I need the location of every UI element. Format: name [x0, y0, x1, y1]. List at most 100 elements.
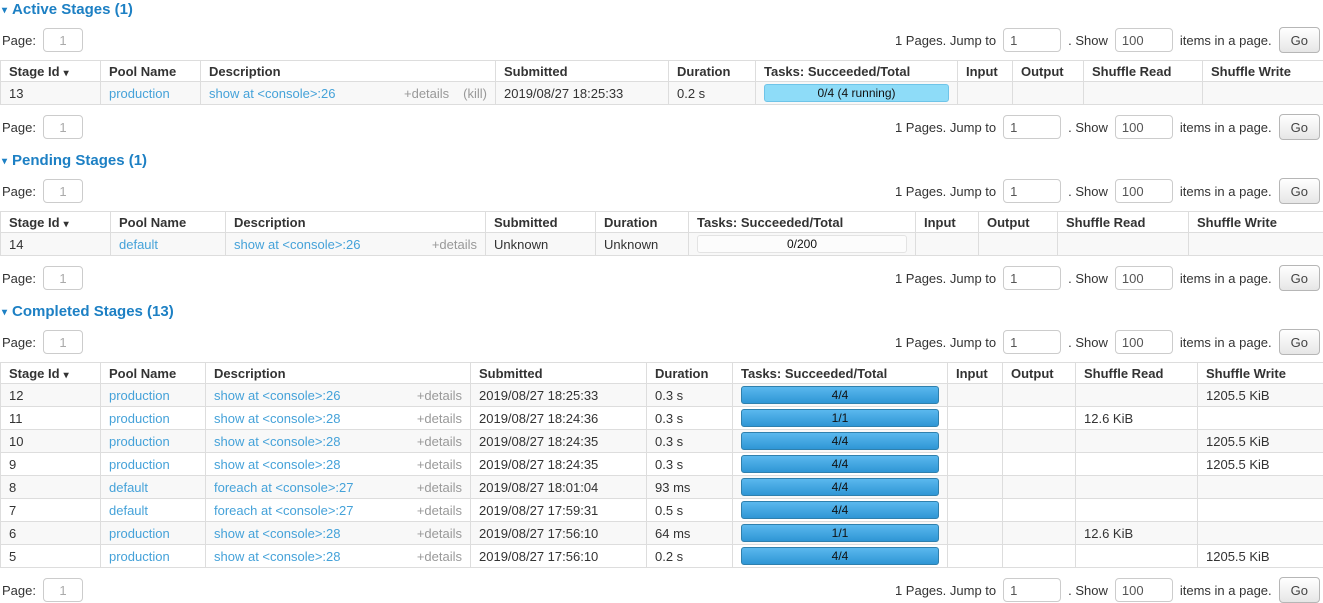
- go-button[interactable]: Go: [1279, 178, 1320, 204]
- column-header-shuffle-write[interactable]: Shuffle Write: [1203, 61, 1323, 82]
- column-header-input[interactable]: Input: [948, 363, 1003, 384]
- column-header-pool-name[interactable]: Pool Name: [101, 363, 206, 384]
- details-toggle[interactable]: +details: [417, 503, 462, 518]
- pool-link[interactable]: production: [109, 388, 170, 403]
- details-toggle[interactable]: +details: [417, 411, 462, 426]
- page-input[interactable]: [43, 330, 83, 354]
- go-button[interactable]: Go: [1279, 329, 1320, 355]
- details-toggle[interactable]: +details: [417, 549, 462, 564]
- show-count-input[interactable]: [1115, 330, 1173, 354]
- column-header-description[interactable]: Description: [201, 61, 496, 82]
- show-count-input[interactable]: [1115, 28, 1173, 52]
- description-link[interactable]: show at <console>:28: [214, 526, 403, 541]
- column-header-submitted[interactable]: Submitted: [496, 61, 669, 82]
- page-input[interactable]: [43, 578, 83, 602]
- jump-to-input[interactable]: [1003, 578, 1061, 602]
- details-toggle[interactable]: +details: [417, 457, 462, 472]
- show-count-input[interactable]: [1115, 179, 1173, 203]
- description-link[interactable]: foreach at <console>:27: [214, 480, 403, 495]
- column-header-input[interactable]: Input: [958, 61, 1013, 82]
- sort-arrow-icon: ▾: [64, 219, 69, 230]
- description-link[interactable]: show at <console>:28: [214, 549, 403, 564]
- section-header-pending-stages[interactable]: ▾Pending Stages (1): [2, 152, 1321, 169]
- show-count-input[interactable]: [1115, 266, 1173, 290]
- column-header-shuffle-read[interactable]: Shuffle Read: [1084, 61, 1203, 82]
- tasks-cell: 4/4: [733, 545, 948, 568]
- column-header-output[interactable]: Output: [1013, 61, 1084, 82]
- details-toggle[interactable]: +details: [417, 480, 462, 495]
- column-header-input[interactable]: Input: [916, 212, 979, 233]
- jump-to-input[interactable]: [1003, 330, 1061, 354]
- section-header-completed-stages[interactable]: ▾Completed Stages (13): [2, 303, 1321, 320]
- jump-to-input[interactable]: [1003, 28, 1061, 52]
- page-input[interactable]: [43, 28, 83, 52]
- details-toggle[interactable]: +details: [432, 237, 477, 252]
- description-link[interactable]: show at <console>:26: [234, 237, 418, 252]
- column-header-label: Input: [924, 215, 956, 230]
- pool-name-cell: production: [101, 407, 206, 430]
- page-input[interactable]: [43, 115, 83, 139]
- description-link[interactable]: show at <console>:26: [209, 86, 390, 101]
- description-cell: foreach at <console>:27 +details: [206, 499, 471, 522]
- jump-to-input[interactable]: [1003, 179, 1061, 203]
- pool-link[interactable]: default: [109, 480, 148, 495]
- details-toggle[interactable]: +details: [417, 434, 462, 449]
- go-button[interactable]: Go: [1279, 577, 1320, 603]
- column-header-description[interactable]: Description: [206, 363, 471, 384]
- page-selector: Page:: [0, 578, 83, 602]
- column-header-shuffle-read[interactable]: Shuffle Read: [1076, 363, 1198, 384]
- column-header-shuffle-write[interactable]: Shuffle Write: [1198, 363, 1323, 384]
- column-header-pool-name[interactable]: Pool Name: [111, 212, 226, 233]
- jump-to-input[interactable]: [1003, 115, 1061, 139]
- column-header-output[interactable]: Output: [1003, 363, 1076, 384]
- show-count-input[interactable]: [1115, 115, 1173, 139]
- pool-link[interactable]: production: [109, 457, 170, 472]
- section-header-active-stages[interactable]: ▾Active Stages (1): [2, 1, 1321, 18]
- column-header-duration[interactable]: Duration: [596, 212, 689, 233]
- column-header-submitted[interactable]: Submitted: [486, 212, 596, 233]
- pool-link[interactable]: production: [109, 549, 170, 564]
- column-header-label: Shuffle Write: [1206, 366, 1286, 381]
- show-count-input[interactable]: [1115, 578, 1173, 602]
- page-input[interactable]: [43, 179, 83, 203]
- duration-cell: 0.3 s: [647, 384, 733, 407]
- pool-name-cell: production: [101, 384, 206, 407]
- jump-to-input[interactable]: [1003, 266, 1061, 290]
- description-link[interactable]: show at <console>:26: [214, 388, 403, 403]
- pool-link[interactable]: production: [109, 434, 170, 449]
- description-link[interactable]: show at <console>:28: [214, 457, 403, 472]
- column-header-shuffle-write[interactable]: Shuffle Write: [1189, 212, 1323, 233]
- column-header-duration[interactable]: Duration: [647, 363, 733, 384]
- description-link[interactable]: show at <console>:28: [214, 434, 403, 449]
- column-header-pool-name[interactable]: Pool Name: [101, 61, 201, 82]
- pool-link[interactable]: default: [109, 503, 148, 518]
- details-toggle[interactable]: +details: [404, 86, 449, 101]
- pool-link[interactable]: production: [109, 86, 170, 101]
- page-input[interactable]: [43, 266, 83, 290]
- column-header-tasks-succeeded-total[interactable]: Tasks: Succeeded/Total: [733, 363, 948, 384]
- pool-link[interactable]: default: [119, 237, 158, 252]
- column-header-stage-id[interactable]: Stage Id▾: [1, 212, 111, 233]
- pool-link[interactable]: production: [109, 411, 170, 426]
- column-header-submitted[interactable]: Submitted: [471, 363, 647, 384]
- column-header-stage-id[interactable]: Stage Id▾: [1, 363, 101, 384]
- details-toggle[interactable]: +details: [417, 526, 462, 541]
- tasks-cell: 1/1: [733, 407, 948, 430]
- pool-link[interactable]: production: [109, 526, 170, 541]
- go-button[interactable]: Go: [1279, 114, 1320, 140]
- column-header-tasks-succeeded-total[interactable]: Tasks: Succeeded/Total: [756, 61, 958, 82]
- column-header-output[interactable]: Output: [979, 212, 1058, 233]
- column-header-stage-id[interactable]: Stage Id▾: [1, 61, 101, 82]
- go-button[interactable]: Go: [1279, 27, 1320, 53]
- description-link[interactable]: foreach at <console>:27: [214, 503, 403, 518]
- go-button[interactable]: Go: [1279, 265, 1320, 291]
- pending-stages-table: Stage Id▾Pool NameDescriptionSubmittedDu…: [0, 211, 1323, 256]
- column-header-shuffle-read[interactable]: Shuffle Read: [1058, 212, 1189, 233]
- column-header-duration[interactable]: Duration: [669, 61, 756, 82]
- description-link[interactable]: show at <console>:28: [214, 411, 403, 426]
- column-header-description[interactable]: Description: [226, 212, 486, 233]
- details-toggle[interactable]: +details: [417, 388, 462, 403]
- kill-link[interactable]: (kill): [463, 86, 487, 101]
- column-header-tasks-succeeded-total[interactable]: Tasks: Succeeded/Total: [689, 212, 916, 233]
- submitted-cell: 2019/08/27 18:25:33: [471, 384, 647, 407]
